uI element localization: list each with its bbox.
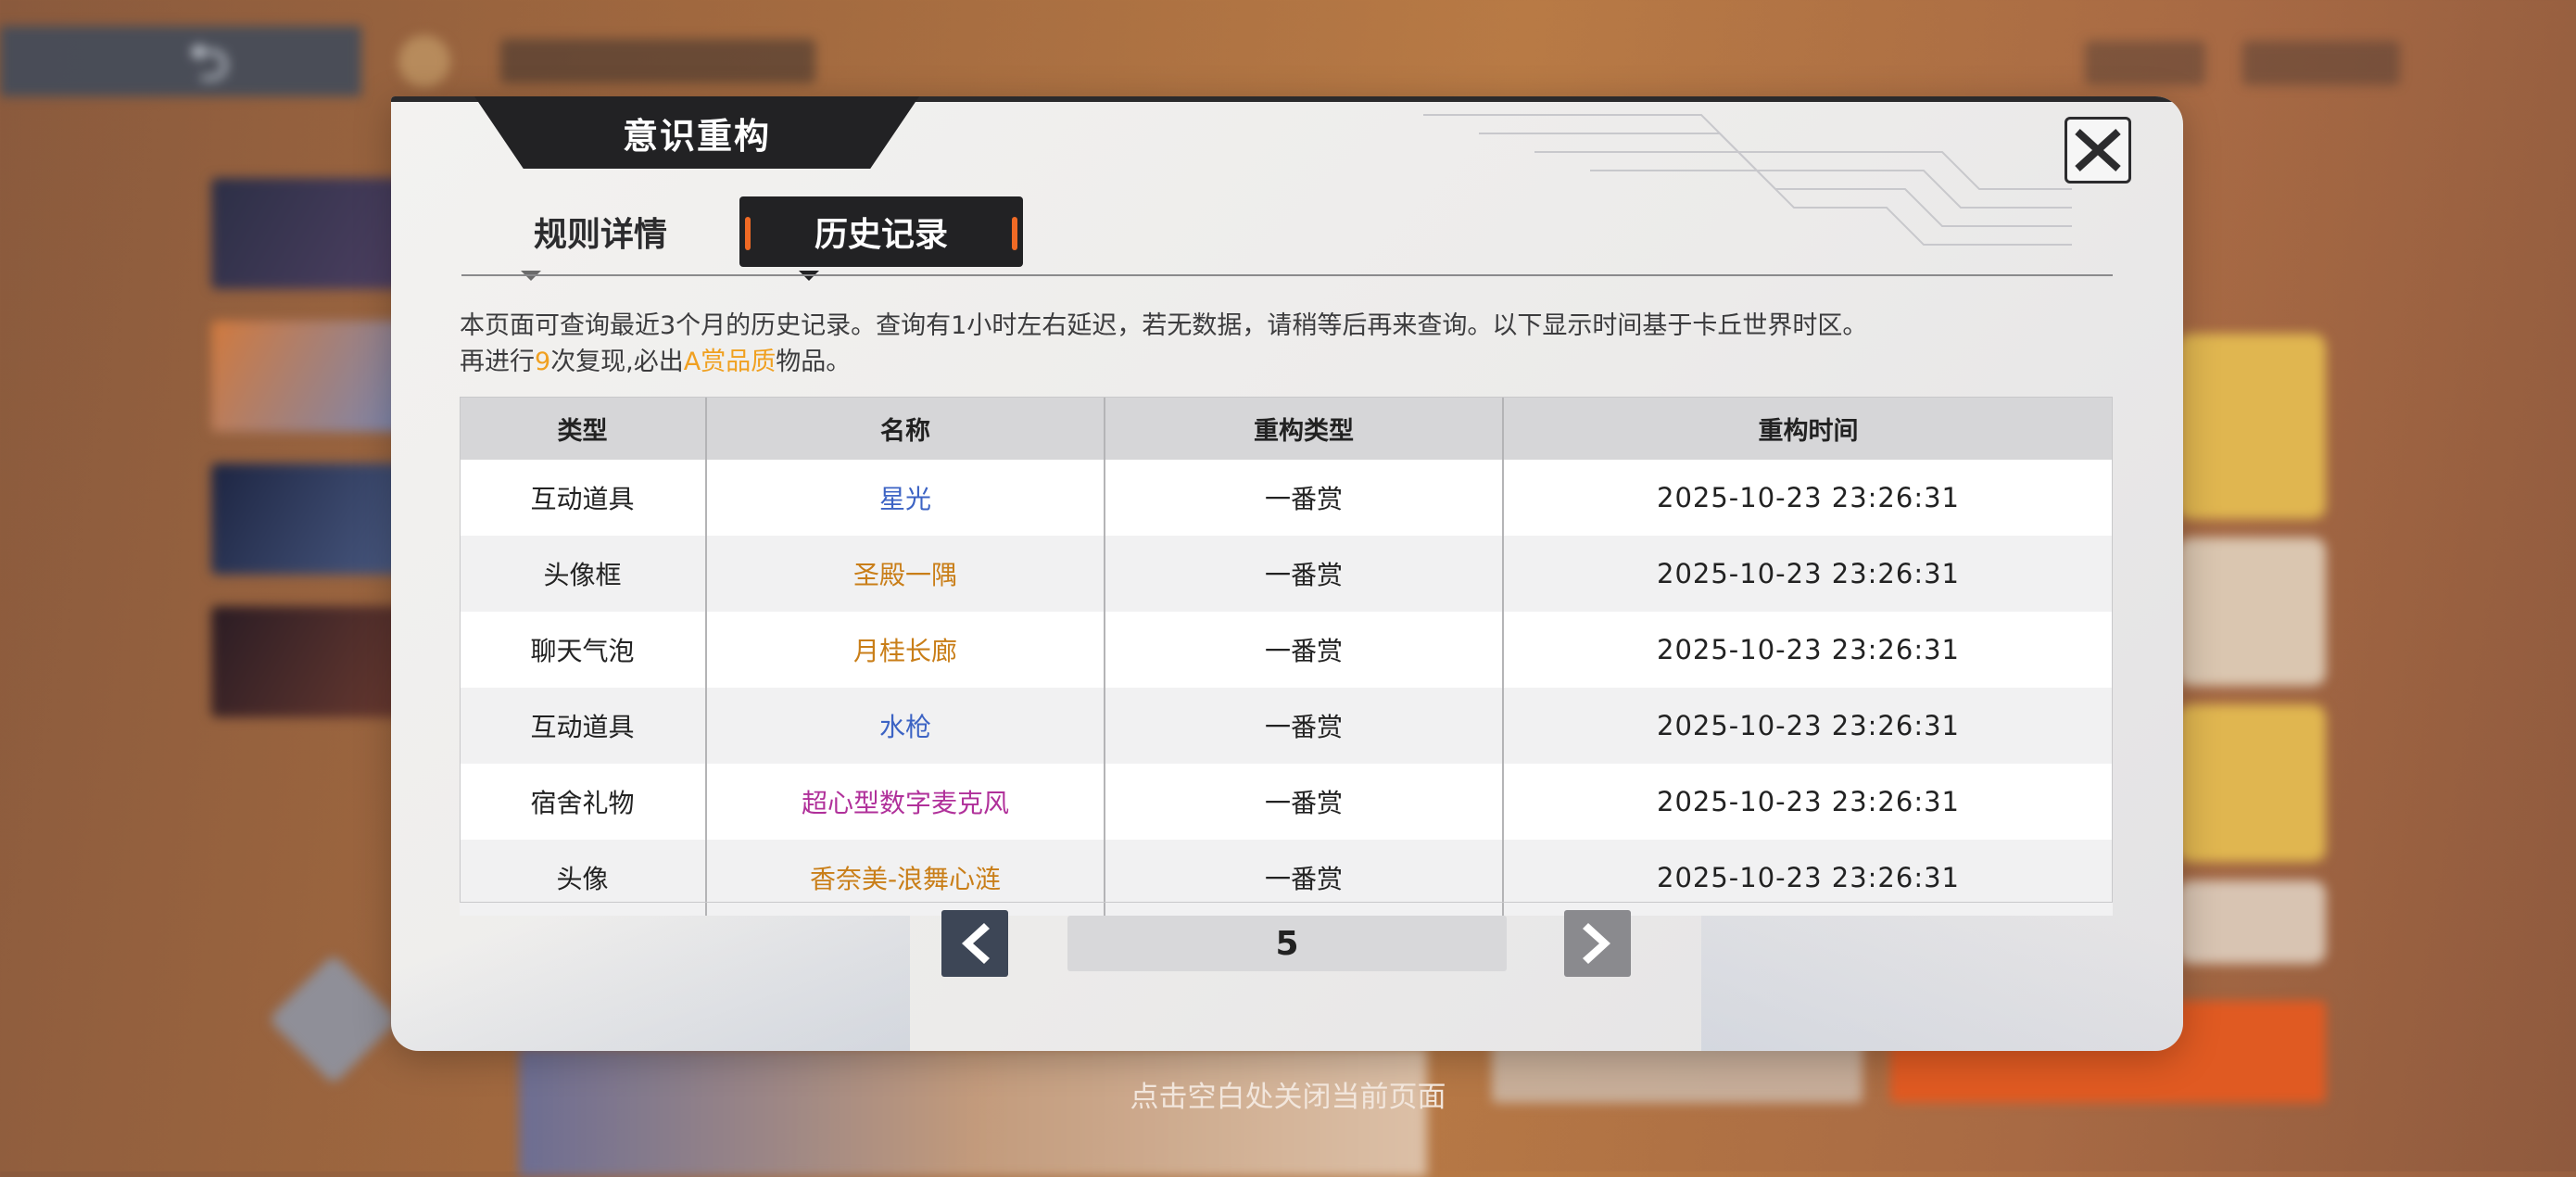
table-row: 头像框 圣殿一隅 一番赏 2025-10-23 23:26:31 bbox=[460, 536, 2113, 612]
page-number[interactable]: 5 bbox=[1067, 916, 1507, 971]
description-mid: 次复现,必出 bbox=[550, 348, 684, 376]
cell-type: 头像框 bbox=[460, 536, 706, 612]
chevron-left-icon bbox=[962, 923, 990, 964]
description-prefix: 再进行 bbox=[460, 348, 535, 376]
cell-reconstruct-type: 一番赏 bbox=[1104, 612, 1503, 688]
cell-reconstruct-type: 一番赏 bbox=[1104, 764, 1503, 840]
cell-reconstruct-type: 一番赏 bbox=[1104, 536, 1503, 612]
description-suffix: 物品。 bbox=[776, 348, 852, 376]
history-description: 本页面可查询最近3个月的历史记录。查询有1小时左右延迟，若无数据，请稍等后再来查… bbox=[460, 308, 2109, 380]
background-card bbox=[211, 321, 406, 432]
tab-rules[interactable]: 规则详情 bbox=[461, 196, 739, 267]
modal-title: 意识重构 bbox=[474, 96, 919, 169]
next-page-button[interactable] bbox=[1564, 910, 1631, 977]
table-header-row: 类型 名称 重构类型 重构时间 bbox=[460, 397, 2113, 460]
background-currency-2 bbox=[2242, 41, 2400, 85]
header-reconstruct-type: 重构类型 bbox=[1104, 397, 1503, 460]
tab-accent-mark bbox=[745, 217, 751, 250]
history-table: 类型 名称 重构类型 重构时间 互动道具 星光 一番赏 2025-10-23 2… bbox=[460, 397, 2113, 916]
tab-history-label: 历史记录 bbox=[814, 216, 948, 254]
background-rank-card bbox=[2178, 334, 2326, 519]
cell-type: 宿舍礼物 bbox=[460, 764, 706, 840]
background-card bbox=[211, 606, 406, 717]
close-hint[interactable]: 点击空白处关闭当前页面 bbox=[0, 1073, 2576, 1115]
cell-time: 2025-10-23 23:26:31 bbox=[1502, 840, 2113, 916]
background-diamond-icon bbox=[268, 954, 399, 1085]
cell-time: 2025-10-23 23:26:31 bbox=[1502, 612, 2113, 688]
background-badge bbox=[398, 35, 450, 87]
cell-type: 聊天气泡 bbox=[460, 612, 706, 688]
history-modal: 意识重构 规则详情 历史记录 本页面可查询最近3个月的历史记录。查询有1小时左右… bbox=[391, 96, 2183, 1051]
cell-name: 星光 bbox=[705, 460, 1105, 536]
tab-divider bbox=[461, 274, 2113, 276]
background-card bbox=[211, 463, 406, 575]
prev-page-button[interactable] bbox=[941, 910, 1008, 977]
cell-time: 2025-10-23 23:26:31 bbox=[1502, 460, 2113, 536]
cell-name: 圣殿一隅 bbox=[705, 536, 1105, 612]
cell-name: 香奈美-浪舞心涟 bbox=[705, 840, 1105, 916]
cell-time: 2025-10-23 23:26:31 bbox=[1502, 536, 2113, 612]
header-reconstruct-time: 重构时间 bbox=[1502, 397, 2113, 460]
pity-count: 9 bbox=[535, 348, 551, 376]
cell-reconstruct-type: 一番赏 bbox=[1104, 688, 1503, 764]
cell-name: 月桂长廊 bbox=[705, 612, 1105, 688]
background-back-icon: ⮌ bbox=[187, 32, 230, 93]
header-name: 名称 bbox=[705, 397, 1105, 460]
close-icon bbox=[2075, 129, 2121, 171]
close-button[interactable] bbox=[2065, 117, 2131, 184]
cell-time: 2025-10-23 23:26:31 bbox=[1502, 764, 2113, 840]
table-row: 互动道具 水枪 一番赏 2025-10-23 23:26:31 bbox=[460, 688, 2113, 764]
background-rank-card bbox=[2178, 538, 2326, 686]
tab-bar: 规则详情 历史记录 bbox=[461, 196, 2111, 271]
cell-name: 超心型数字麦克风 bbox=[705, 764, 1105, 840]
cell-type: 互动道具 bbox=[460, 460, 706, 536]
cell-type: 互动道具 bbox=[460, 688, 706, 764]
cell-time: 2025-10-23 23:26:31 bbox=[1502, 688, 2113, 764]
background-currency-1 bbox=[2085, 41, 2205, 85]
chevron-right-icon bbox=[1583, 923, 1610, 964]
background-rank-card bbox=[2178, 704, 2326, 862]
background-card bbox=[211, 178, 406, 289]
cell-reconstruct-type: 一番赏 bbox=[1104, 460, 1503, 536]
description-line-2: 再进行9次复现,必出A赏品质物品。 bbox=[460, 344, 2109, 380]
cell-type: 头像 bbox=[460, 840, 706, 916]
header-type: 类型 bbox=[460, 397, 706, 460]
table-row: 聊天气泡 月桂长廊 一番赏 2025-10-23 23:26:31 bbox=[460, 612, 2113, 688]
background-top-strip bbox=[500, 39, 815, 83]
description-line-1: 本页面可查询最近3个月的历史记录。查询有1小时左右延迟，若无数据，请稍等后再来查… bbox=[460, 311, 1868, 340]
tab-accent-mark bbox=[1012, 217, 1017, 250]
background-rank-card bbox=[2178, 880, 2326, 964]
quality-highlight: A赏品质 bbox=[683, 348, 777, 376]
table-row: 互动道具 星光 一番赏 2025-10-23 23:26:31 bbox=[460, 460, 2113, 536]
cell-name: 水枪 bbox=[705, 688, 1105, 764]
table-row: 头像 香奈美-浪舞心涟 一番赏 2025-10-23 23:26:31 bbox=[460, 840, 2113, 916]
tab-history[interactable]: 历史记录 bbox=[739, 196, 1023, 267]
cell-reconstruct-type: 一番赏 bbox=[1104, 840, 1503, 916]
table-row: 宿舍礼物 超心型数字麦克风 一番赏 2025-10-23 23:26:31 bbox=[460, 764, 2113, 840]
